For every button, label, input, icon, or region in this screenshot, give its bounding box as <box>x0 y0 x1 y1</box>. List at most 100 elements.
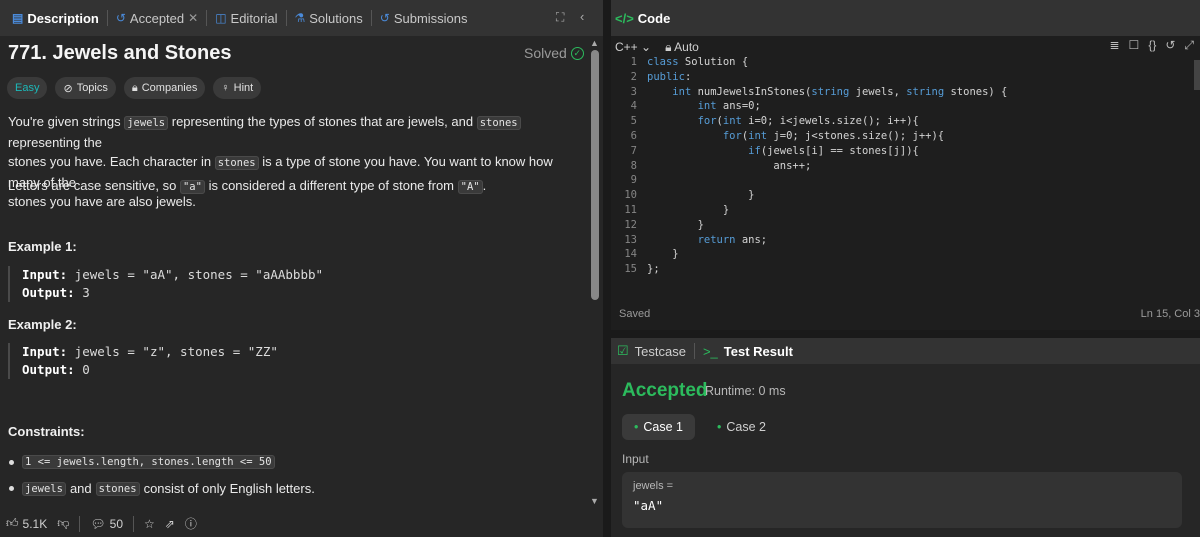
comments-button[interactable]: 💬︎ 50 <box>90 517 123 531</box>
code-text: return ans; <box>697 233 768 246</box>
code-line[interactable]: 1 class Solution { <box>611 56 1200 71</box>
description-scrollbar[interactable]: ▲ ▼ <box>589 36 603 537</box>
code-line[interactable]: 10 } <box>611 189 1200 204</box>
divider <box>133 515 135 532</box>
tab-accepted[interactable]: ↺ Accepted ✕ <box>110 0 204 36</box>
test-tab-bar: ☑ Testcase >_ Test Result <box>611 338 1200 364</box>
scroll-down-icon[interactable]: ▼ <box>590 496 599 506</box>
problem-content: 771. Jewels and Stones Solved ✓ Easy ⊘ To… <box>0 36 588 537</box>
fullscreen-icon[interactable]: ⤢ <box>1184 38 1194 53</box>
line-number: 1 <box>630 56 637 68</box>
code-line[interactable]: 13 return ans; <box>611 234 1200 249</box>
description-icon: ▤ <box>12 11 24 25</box>
reset-icon[interactable]: ↺ <box>1165 38 1175 53</box>
code-line[interactable]: 2 public: <box>611 71 1200 86</box>
code-text: if(jewels[i] == stones[j]){ <box>748 144 919 157</box>
code-text: for(int i=0; i<jewels.size(); i++){ <box>697 115 919 128</box>
auto-mode-toggle[interactable]: 🔒︎ Auto <box>665 40 699 55</box>
description-panel: ▤ Description ↺ Accepted ✕ ◫ Editorial ⚗… <box>0 0 603 537</box>
tab-divider <box>693 343 695 359</box>
braces-icon[interactable]: {} <box>1148 38 1156 53</box>
runtime-text: Runtime: 0 ms <box>705 384 786 398</box>
comment-icon: 💬︎ <box>90 516 106 531</box>
like-button[interactable]: 👍︎ 5.1K <box>6 516 47 531</box>
constraint-item: jewels and stones consist of only Englis… <box>9 481 315 496</box>
thumbs-up-icon: 👍︎ <box>6 516 19 530</box>
code-line[interactable]: 12 } <box>611 219 1200 234</box>
code-line[interactable]: 3 int numJewelsInStones(string jewels, s… <box>611 86 1200 101</box>
code-line[interactable]: 8 ans++; <box>611 160 1200 175</box>
bookmark-icon[interactable]: ☐ <box>1129 38 1140 53</box>
book-icon: ◫ <box>215 11 227 25</box>
hint-button[interactable]: ♀ Hint <box>213 77 262 99</box>
problem-tags: Easy ⊘ Topics 🔒︎ Companies ♀ Hint <box>7 77 262 99</box>
example-2-heading: Example 2: <box>8 317 77 332</box>
action-footer: 👍︎ 5.1K 👎︎ 💬︎ 50 ☆ ⇗ ⓘ <box>0 510 588 537</box>
variable-value: "aA" <box>633 498 664 513</box>
test-panel: ☑ Testcase >_ Test Result Accepted Runti… <box>611 338 1200 537</box>
help-button[interactable]: ⓘ <box>185 515 197 532</box>
line-number: 6 <box>630 129 637 142</box>
cursor-position: Ln 15, Col 3 <box>1140 308 1200 320</box>
case-1-tab[interactable]: • Case 1 <box>622 414 695 440</box>
code-text: class Solution { <box>647 56 749 68</box>
scrollbar-thumb[interactable] <box>591 50 599 300</box>
difficulty-badge: Easy <box>7 77 48 99</box>
tab-solutions[interactable]: ⚗ Solutions <box>289 0 369 36</box>
tab-testcase[interactable]: Testcase <box>635 344 686 359</box>
code-line[interactable]: 6 for(int j=0; j<stones.size(); j++){ <box>611 130 1200 145</box>
variable-name: jewels = <box>633 480 674 492</box>
companies-button[interactable]: 🔒︎ Companies <box>123 77 206 99</box>
code-text: }; <box>647 263 660 276</box>
tab-divider <box>285 10 287 26</box>
share-button[interactable]: ⇗ <box>165 517 175 531</box>
code-line[interactable]: 9 <box>611 174 1200 189</box>
tab-submissions[interactable]: ↺ Submissions <box>374 0 474 36</box>
code-line[interactable]: 7 if(jewels[i] == stones[j]){ <box>611 145 1200 160</box>
line-number: 12 <box>624 218 637 231</box>
code-text: ans++; <box>647 159 812 172</box>
language-select[interactable]: C++ ⌄ <box>615 40 651 54</box>
share-icon: ⇗ <box>164 516 175 531</box>
code-scrollbar[interactable] <box>1194 58 1200 308</box>
help-icon: ⓘ <box>184 517 197 531</box>
line-number: 5 <box>630 115 637 128</box>
format-icon[interactable]: ≣ <box>1109 38 1119 53</box>
code-text: public: <box>647 70 692 83</box>
topics-button[interactable]: ⊘ Topics <box>55 77 116 99</box>
code-text: } <box>647 203 730 216</box>
panel-resizer[interactable] <box>603 0 611 537</box>
code-area[interactable]: 1 class Solution { 2 public: 3 int numJewels… <box>611 56 1200 278</box>
code-text: } <box>647 218 704 231</box>
code-line[interactable]: 5 for(int i=0; i<jewels.size(); i++){ <box>611 115 1200 130</box>
code-header: </> Code <box>611 0 1200 36</box>
scroll-up-icon[interactable]: ▲ <box>590 38 599 48</box>
line-number: 4 <box>630 100 637 113</box>
tab-editorial[interactable]: ◫ Editorial <box>209 0 283 36</box>
line-number: 13 <box>624 233 637 246</box>
case-2-tab[interactable]: • Case 2 <box>705 414 778 440</box>
lock-icon: 🔒︎ <box>665 39 672 54</box>
example-1-heading: Example 1: <box>8 239 77 254</box>
collapse-left-icon[interactable]: ‹ <box>580 9 584 24</box>
line-number: 7 <box>630 144 637 157</box>
favorite-button[interactable]: ☆ <box>144 517 155 531</box>
terminal-icon: >_ <box>702 343 718 359</box>
left-tab-bar: ▤ Description ↺ Accepted ✕ ◫ Editorial ⚗… <box>0 0 603 36</box>
code-line[interactable]: 4 int ans=0; <box>611 100 1200 115</box>
code-line[interactable]: 11 } <box>611 204 1200 219</box>
line-number: 10 <box>624 189 637 202</box>
expand-icon[interactable]: ⛶ <box>556 10 564 25</box>
tab-divider <box>106 10 108 26</box>
line-number: 2 <box>630 70 637 83</box>
code-line[interactable]: 15}; <box>611 263 1200 278</box>
tab-divider <box>206 10 208 26</box>
lightbulb-icon: ♀ <box>221 82 230 94</box>
close-icon[interactable]: ✕ <box>188 11 198 25</box>
tab-divider <box>370 10 372 26</box>
code-line[interactable]: 14 } <box>611 248 1200 263</box>
tab-description[interactable]: ▤ Description <box>6 0 105 36</box>
tab-test-result[interactable]: Test Result <box>724 344 793 359</box>
example-1-block: Input: jewels = "aA", stones = "aAAbbbb"… <box>8 266 583 302</box>
dislike-button[interactable]: 👎︎ <box>57 516 69 531</box>
